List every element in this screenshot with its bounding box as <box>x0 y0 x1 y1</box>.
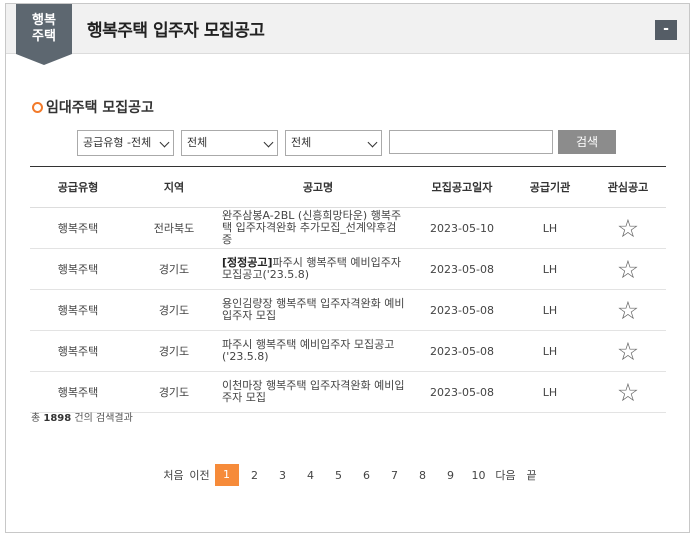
notice-table: 공급유형 지역 공고명 모집공고일자 공급기관 관심공고 행복주택 전라북도 완… <box>30 166 666 413</box>
cell-favorite: ☆ <box>590 331 666 371</box>
result-prefix: 총 <box>31 413 41 424</box>
cell-region: 전라북도 <box>153 222 195 235</box>
page-title: 행복주택 입주자 모집공고 <box>87 21 265 41</box>
notice-title-link[interactable]: 용인김량장 행복주택 입주자격완화 예비입주자 모집 <box>222 298 406 322</box>
cell-title: 용인김량장 행복주택 입주자격완화 예비입주자 모집 <box>222 290 414 330</box>
cell-agency: LH <box>542 344 558 358</box>
cell-region: 경기도 <box>158 345 190 358</box>
cell-agency: LH <box>542 303 558 317</box>
header-favorite: 관심공고 <box>607 181 649 194</box>
cell-supply-type: 행복주택 <box>57 386 99 399</box>
chevron-down-icon <box>159 137 170 148</box>
pagination: 처음 이전 1 2 3 4 5 6 7 8 9 10 다음 끝 <box>6 464 689 486</box>
cell-title: 이천마장 행복주택 입주자격완화 예비입주자 모집 <box>222 372 414 412</box>
cell-date: 2023-05-08 <box>430 262 494 276</box>
star-outline-icon[interactable]: ☆ <box>617 339 639 364</box>
prev-page-link[interactable]: 이전 <box>187 467 213 483</box>
page-link-current[interactable]: 1 <box>214 464 239 486</box>
category-badge: 행복 주택 <box>16 4 72 54</box>
page-link[interactable]: 2 <box>241 469 269 482</box>
table-row: 행복주택 경기도 [정정공고]파주시 행복주택 예비입주자 모집공고('23.5… <box>30 249 666 290</box>
table-row: 행복주택 경기도 이천마장 행복주택 입주자격완화 예비입주자 모집 2023-… <box>30 372 666 413</box>
header-supply-type: 공급유형 <box>57 181 99 194</box>
cell-agency: LH <box>542 262 558 276</box>
notice-title-text: 용인김량장 행복주택 입주자격완화 예비입주자 모집 <box>222 297 405 322</box>
last-page-link[interactable]: 끝 <box>519 467 545 483</box>
district-select[interactable]: 전체 <box>285 130 382 156</box>
cell-region: 경기도 <box>158 263 190 276</box>
star-outline-icon[interactable]: ☆ <box>617 298 639 323</box>
page-link[interactable]: 7 <box>381 469 409 482</box>
star-outline-icon[interactable]: ☆ <box>617 216 639 241</box>
section-title-text: 임대주택 모집공고 <box>46 100 154 116</box>
header-title: 공고명 <box>302 181 334 194</box>
result-count: 총 1898 건의 검색결과 <box>31 409 133 424</box>
badge-line1: 행복 <box>32 13 56 28</box>
first-page-link[interactable]: 처음 <box>161 467 187 483</box>
panel-header: 행복 주택 행복주택 입주자 모집공고 - <box>6 4 689 65</box>
region-select[interactable]: 전체 <box>181 130 278 156</box>
cell-supply-type: 행복주택 <box>57 263 99 276</box>
supply-type-select[interactable]: 공급유형 -전체 <box>77 130 174 156</box>
page-link[interactable]: 8 <box>409 469 437 482</box>
cell-supply-type: 행복주택 <box>57 345 99 358</box>
cell-agency: LH <box>542 385 558 399</box>
chevron-down-icon <box>263 137 274 148</box>
page-link[interactable]: 9 <box>437 469 465 482</box>
region-value: 전체 <box>187 136 208 149</box>
cell-favorite: ☆ <box>590 208 666 248</box>
header-region: 지역 <box>163 181 185 194</box>
notice-title-link[interactable]: [정정공고]파주시 행복주택 예비입주자 모집공고('23.5.8) <box>222 257 406 281</box>
cell-favorite: ☆ <box>590 372 666 412</box>
next-page-link[interactable]: 다음 <box>493 467 519 483</box>
cell-date: 2023-05-08 <box>430 303 494 317</box>
notice-title-text: 파주시 행복주택 예비입주자 모집공고('23.5.8) <box>222 338 395 363</box>
notice-title-link[interactable]: 이천마장 행복주택 입주자격완화 예비입주자 모집 <box>222 380 406 404</box>
page-link[interactable]: 3 <box>269 469 297 482</box>
page-link[interactable]: 4 <box>297 469 325 482</box>
collapse-button[interactable]: - <box>655 20 677 40</box>
cell-date: 2023-05-08 <box>430 344 494 358</box>
notice-panel: 행복 주택 행복주택 입주자 모집공고 - 임대주택 모집공고 공급유형 -전체… <box>5 3 690 533</box>
notice-title-link[interactable]: 파주시 행복주택 예비입주자 모집공고('23.5.8) <box>222 339 406 363</box>
cell-date: 2023-05-10 <box>430 221 494 235</box>
page-link[interactable]: 6 <box>353 469 381 482</box>
search-button[interactable]: 검색 <box>558 130 616 154</box>
cell-favorite: ☆ <box>590 249 666 289</box>
notice-title-text: 이천마장 행복주택 입주자격완화 예비입주자 모집 <box>222 379 405 404</box>
supply-type-value: 공급유형 -전체 <box>83 136 152 149</box>
notice-title-link[interactable]: 완주삼봉A-2BL (신흥희망타운) 행복주택 입주자격완화 추가모집_선계약후… <box>222 210 406 246</box>
table-row: 행복주택 경기도 파주시 행복주택 예비입주자 모집공고('23.5.8) 20… <box>30 331 666 372</box>
cell-region: 경기도 <box>158 386 190 399</box>
cell-title: 완주삼봉A-2BL (신흥희망타운) 행복주택 입주자격완화 추가모집_선계약후… <box>222 208 414 248</box>
badge-tip <box>16 54 72 65</box>
star-outline-icon[interactable]: ☆ <box>617 380 639 405</box>
cell-title: [정정공고]파주시 행복주택 예비입주자 모집공고('23.5.8) <box>222 249 414 289</box>
result-number: 1898 <box>43 413 72 424</box>
header-agency: 공급기관 <box>529 181 571 194</box>
page-link[interactable]: 10 <box>465 469 493 482</box>
table-row: 행복주택 전라북도 완주삼봉A-2BL (신흥희망타운) 행복주택 입주자격완화… <box>30 208 666 249</box>
notice-title-text: 완주삼봉A-2BL (신흥희망타운) 행복주택 입주자격완화 추가모집_선계약후… <box>222 209 402 246</box>
district-value: 전체 <box>291 136 312 149</box>
star-outline-icon[interactable]: ☆ <box>617 257 639 282</box>
section-title: 임대주택 모집공고 <box>32 97 154 117</box>
table-row: 행복주택 경기도 용인김량장 행복주택 입주자격완화 예비입주자 모집 2023… <box>30 290 666 331</box>
cell-supply-type: 행복주택 <box>57 222 99 235</box>
result-suffix: 건의 검색결과 <box>74 413 133 424</box>
badge-line2: 주택 <box>32 29 56 44</box>
cell-agency: LH <box>542 221 558 235</box>
cell-region: 경기도 <box>158 304 190 317</box>
table-header: 공급유형 지역 공고명 모집공고일자 공급기관 관심공고 <box>30 167 666 208</box>
header-date: 모집공고일자 <box>431 181 493 194</box>
search-input[interactable] <box>389 130 553 154</box>
cell-title: 파주시 행복주택 예비입주자 모집공고('23.5.8) <box>222 331 414 371</box>
cell-favorite: ☆ <box>590 290 666 330</box>
cell-date: 2023-05-08 <box>430 385 494 399</box>
cell-supply-type: 행복주택 <box>57 304 99 317</box>
page-link[interactable]: 5 <box>325 469 353 482</box>
chevron-down-icon <box>367 137 378 148</box>
